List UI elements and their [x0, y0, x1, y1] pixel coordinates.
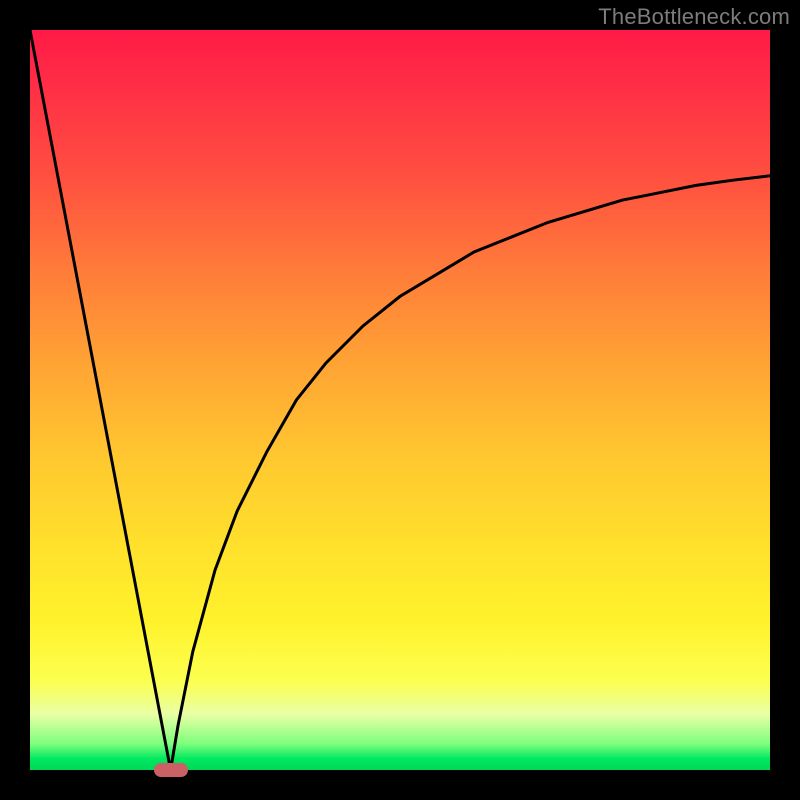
bottleneck-curve	[30, 30, 770, 770]
plot-area	[30, 30, 770, 770]
chart-stage: TheBottleneck.com	[0, 0, 800, 800]
minimum-marker	[154, 763, 188, 777]
curve-svg	[30, 30, 770, 770]
watermark-text: TheBottleneck.com	[598, 4, 790, 30]
